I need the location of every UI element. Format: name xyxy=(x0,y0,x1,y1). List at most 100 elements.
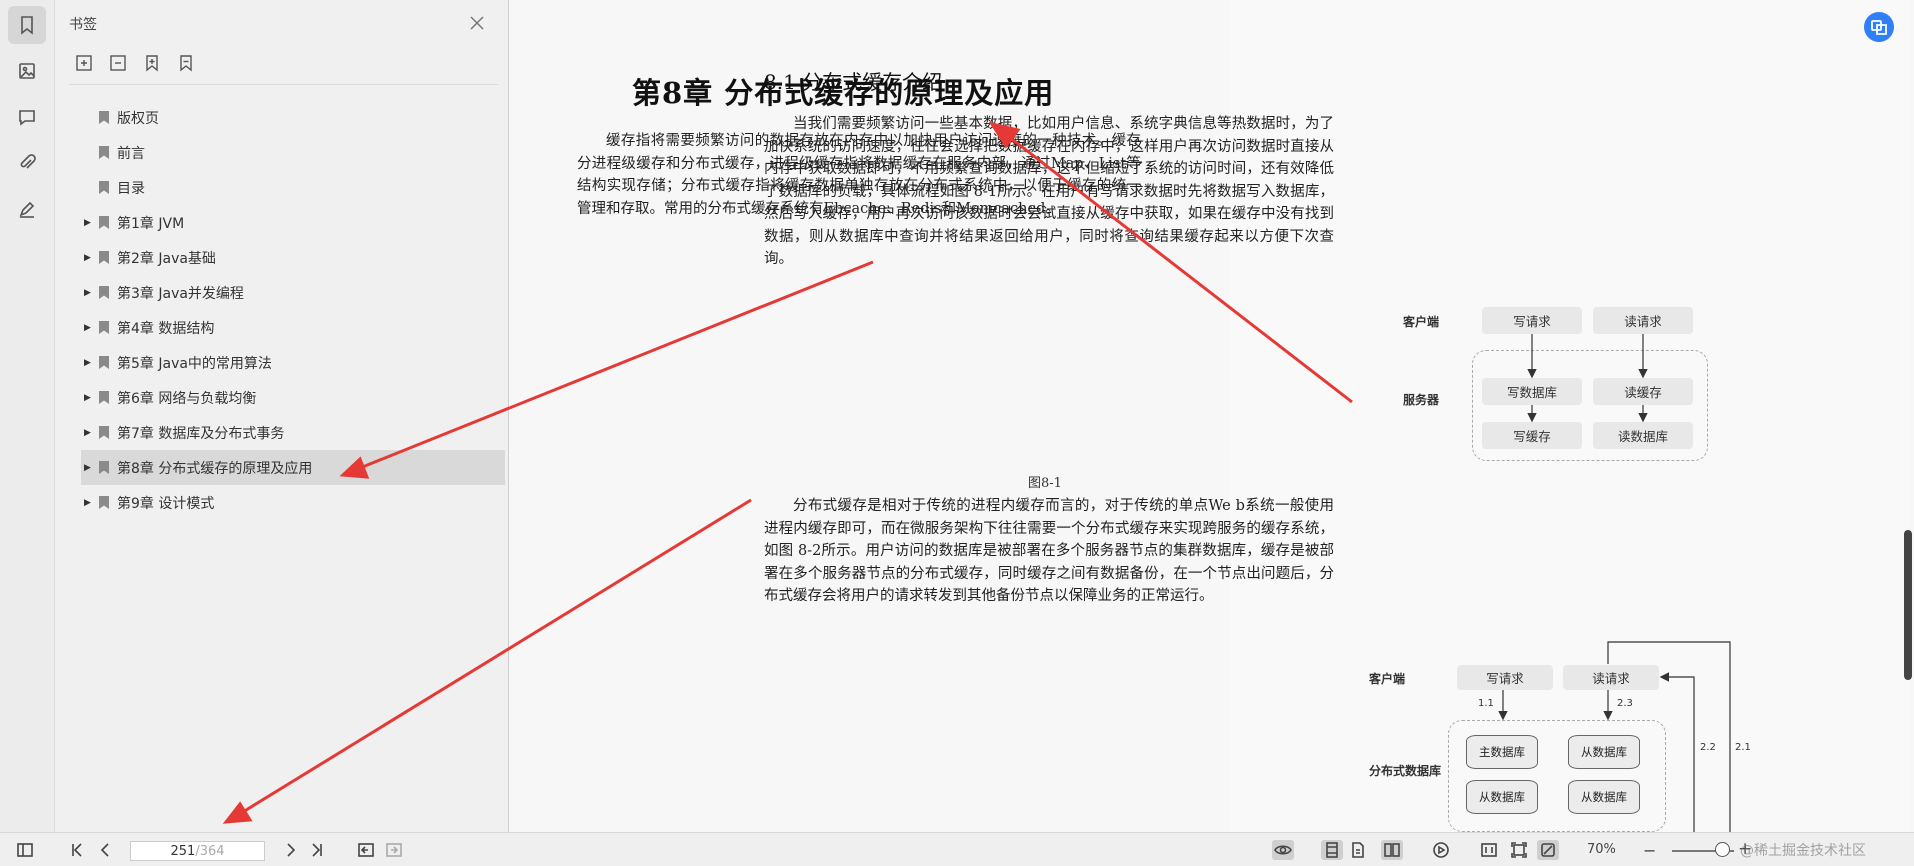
bookmark-item[interactable]: ▶ 第2章 Java基础 xyxy=(55,240,509,275)
toggle-sidebar-icon[interactable] xyxy=(14,840,36,860)
bookmark-label: 目录 xyxy=(117,180,145,197)
play-icon[interactable] xyxy=(1430,840,1452,860)
fig1-read-cache: 读缓存 xyxy=(1593,378,1693,405)
watermark: @稀土掘金技术社区 xyxy=(1740,843,1866,859)
bookmark-label: 第1章 JVM xyxy=(117,215,185,232)
bookmark-icon xyxy=(99,251,109,264)
bookmark-icon xyxy=(99,146,109,159)
fig1-write-request: 写请求 xyxy=(1482,307,1582,334)
bookmark-icon xyxy=(99,461,109,474)
bookmark-label: 前言 xyxy=(117,145,145,162)
bookmark-item[interactable]: ▶ 第9章 设计模式 xyxy=(55,485,509,520)
fig2-slave-db-3: 从数据库 xyxy=(1568,780,1640,814)
back-icon[interactable] xyxy=(355,840,377,860)
expand-arrow-icon[interactable]: ▶ xyxy=(84,218,94,228)
zoom-slider-knob[interactable] xyxy=(1714,842,1730,857)
panel-title: 书签 xyxy=(69,17,97,33)
prev-page-icon[interactable] xyxy=(94,840,116,860)
fig1-write-db: 写数据库 xyxy=(1482,378,1582,405)
bookmark-icon xyxy=(99,426,109,439)
fig2-read-request: 读请求 xyxy=(1563,665,1659,690)
bookmark-item[interactable]: 目录 xyxy=(55,170,509,205)
bookmark-item[interactable]: ▶ 第5章 Java中的常用算法 xyxy=(55,345,509,380)
translate-badge-icon[interactable] xyxy=(1864,12,1894,42)
attachment-icon[interactable] xyxy=(8,144,46,182)
bottom-toolbar: 251/364 70% − + @稀土掘金技术社区 xyxy=(0,832,1914,866)
bookmark-icon xyxy=(99,216,109,229)
bookmark-label: 第7章 数据库及分布式事务 xyxy=(117,425,285,442)
fig1-server-label: 服务器 xyxy=(1403,393,1440,407)
total-pages: /364 xyxy=(195,843,225,859)
bookmark-icon xyxy=(99,181,109,194)
current-page: 251 xyxy=(170,843,196,859)
bookmark-item[interactable]: ▶ 第6章 网络与负载均衡 xyxy=(55,380,509,415)
fit-page-icon[interactable] xyxy=(1508,840,1530,860)
signature-icon[interactable] xyxy=(8,190,46,228)
zoom-out-icon[interactable]: − xyxy=(1643,841,1656,860)
bookmark-label: 第3章 Java并发编程 xyxy=(117,285,244,302)
bookmark-item[interactable]: 前言 xyxy=(55,135,509,170)
bookmark-icon xyxy=(99,111,109,124)
expand-arrow-icon[interactable]: ▶ xyxy=(84,498,94,508)
expand-arrow-icon[interactable]: ▶ xyxy=(84,393,94,403)
actual-size-icon[interactable] xyxy=(1478,840,1500,860)
expand-arrow-icon[interactable]: ▶ xyxy=(84,323,94,333)
fit-width-icon[interactable] xyxy=(1537,840,1559,860)
bookmark-label: 版权页 xyxy=(117,110,159,127)
bookmark-label: 第5章 Java中的常用算法 xyxy=(117,355,272,372)
comment-icon[interactable] xyxy=(8,98,46,136)
bookmark-label: 第6章 网络与负载均衡 xyxy=(117,390,257,407)
expand-arrow-icon[interactable]: ▶ xyxy=(84,358,94,368)
expand-arrow-icon[interactable]: ▶ xyxy=(84,463,94,473)
fig2-slave-db-2: 从数据库 xyxy=(1466,780,1538,814)
expand-arrow-icon[interactable]: ▶ xyxy=(84,428,94,438)
bookmark-icon xyxy=(99,321,109,334)
bookmark-icon xyxy=(99,286,109,299)
bookmark-item[interactable]: ▶ 第7章 数据库及分布式事务 xyxy=(55,415,509,450)
two-page-icon[interactable] xyxy=(1381,840,1403,860)
add-bookmark-icon[interactable] xyxy=(143,54,161,72)
divider xyxy=(69,84,498,85)
continuous-page-icon[interactable] xyxy=(1347,840,1369,860)
bookmark-item[interactable]: ▶ 第1章 JVM xyxy=(55,205,509,240)
fig2-write-request: 写请求 xyxy=(1457,665,1553,690)
next-page-icon[interactable] xyxy=(280,840,302,860)
bookmark-label: 第8章 分布式缓存的原理及应用 xyxy=(117,460,313,477)
single-page-icon[interactable] xyxy=(1321,840,1343,860)
bookmark-icon[interactable] xyxy=(8,6,46,44)
delete-bookmark-icon[interactable] xyxy=(177,54,195,72)
expand-arrow-icon[interactable]: ▶ xyxy=(84,288,94,298)
image-icon[interactable] xyxy=(8,52,46,90)
fig2-step-2-1: 2.1 xyxy=(1735,742,1751,753)
bookmark-list: 版权页 前言 目录 ▶ 第1章 JVM ▶ 第2章 Java基础 ▶ 第3章 Java并发编程 ▶… xyxy=(55,100,509,520)
bookmark-item[interactable]: 版权页 xyxy=(55,100,509,135)
fig2-step-2-2: 2.2 xyxy=(1700,742,1716,753)
bookmark-toolbar xyxy=(75,54,195,72)
collapse-all-icon[interactable] xyxy=(109,54,127,72)
bookmark-item[interactable]: ▶ 第8章 分布式缓存的原理及应用 xyxy=(81,450,505,485)
forward-icon[interactable] xyxy=(383,840,405,860)
fig2-step-2-3: 2.3 xyxy=(1617,698,1633,709)
zoom-level[interactable]: 70% xyxy=(1587,842,1616,857)
close-icon[interactable] xyxy=(468,14,486,32)
fig2-client-label: 客户端 xyxy=(1369,672,1406,686)
last-page-icon[interactable] xyxy=(306,840,328,860)
section-paragraph-2: 分布式缓存是相对于传统的进程内缓存而言的，对于传统的单点We b系统一般使用进程… xyxy=(764,498,1334,604)
section-paragraph-1: 当我们需要频繁访问一些基本数据，比如用户信息、系统字典信息等热数据时，为了加快系… xyxy=(764,116,1334,267)
bookmark-item[interactable]: ▶ 第4章 数据结构 xyxy=(55,310,509,345)
bookmark-item[interactable]: ▶ 第3章 Java并发编程 xyxy=(55,275,509,310)
bookmark-label: 第9章 设计模式 xyxy=(117,495,215,512)
fig2-step-1-1: 1.1 xyxy=(1478,698,1494,709)
expand-all-icon[interactable] xyxy=(75,54,93,72)
fig1-read-request: 读请求 xyxy=(1593,307,1693,334)
fig2-slave-db-1: 从数据库 xyxy=(1568,735,1640,769)
fig2-db-label: 分布式数据库 xyxy=(1369,764,1442,778)
bookmark-icon xyxy=(99,356,109,369)
page-number-input[interactable]: 251/364 xyxy=(130,841,265,861)
expand-arrow-icon[interactable]: ▶ xyxy=(84,253,94,263)
section-title: 8.1 分布式缓存介绍 xyxy=(764,70,943,94)
first-page-icon[interactable] xyxy=(66,840,88,860)
fig1-client-label: 客户端 xyxy=(1403,315,1440,329)
scrollbar-thumb[interactable] xyxy=(1904,530,1912,680)
eye-care-icon[interactable] xyxy=(1272,840,1294,860)
